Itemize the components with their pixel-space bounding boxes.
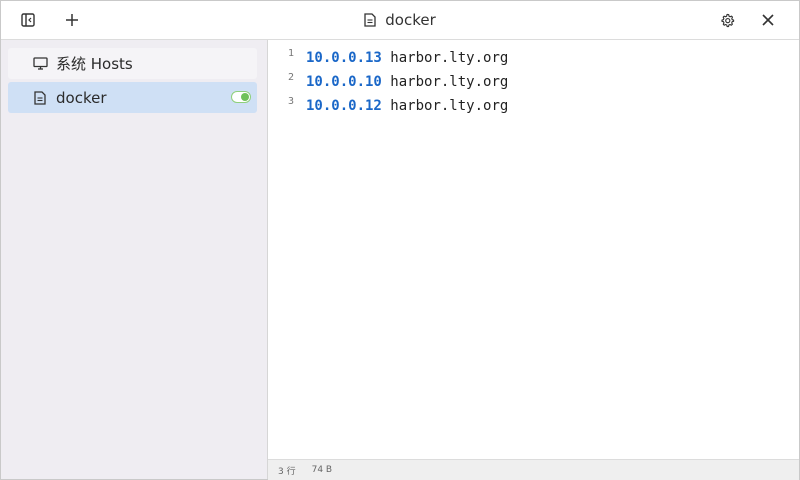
app-window: docker 系统 Hosts docker 1 10.0.0.13 harbo… — [0, 0, 800, 480]
ip-address: 10.0.0.12 — [306, 98, 382, 114]
file-icon — [32, 90, 48, 106]
sidebar: 系统 Hosts docker — [1, 40, 268, 479]
add-button[interactable] — [59, 7, 85, 33]
editor-line: 1 10.0.0.13 harbor.lty.org — [268, 46, 799, 70]
ip-address: 10.0.0.10 — [306, 74, 382, 90]
sidebar-toggle-button[interactable] — [15, 7, 41, 33]
window-title-text: docker — [385, 11, 436, 29]
line-number: 3 — [287, 96, 294, 107]
hostname: harbor.lty.org — [390, 74, 509, 90]
file-icon — [364, 13, 376, 27]
sidebar-toggle-icon — [21, 13, 35, 27]
enable-toggle[interactable] — [231, 91, 251, 103]
sidebar-item-label: 系统 Hosts — [56, 55, 133, 73]
line-number: 1 — [287, 48, 294, 59]
file-size: 74 B — [311, 465, 333, 475]
status-bar: 3 行 74 B — [268, 459, 799, 480]
gear-icon — [720, 13, 735, 28]
line-content: 10.0.0.10 harbor.lty.org — [306, 74, 508, 90]
titlebar: docker — [1, 1, 799, 40]
hosts-editor[interactable]: 1 10.0.0.13 harbor.lty.org 2 10.0.0.10 h… — [268, 40, 799, 459]
line-number: 2 — [287, 72, 294, 83]
settings-button[interactable] — [714, 7, 740, 33]
window-title: docker — [1, 1, 799, 39]
ip-address: 10.0.0.13 — [306, 50, 382, 66]
monitor-icon — [32, 56, 48, 72]
plus-icon — [65, 13, 79, 27]
editor-line: 3 10.0.0.12 harbor.lty.org — [268, 94, 799, 118]
sidebar-item-system-hosts[interactable]: 系统 Hosts — [8, 48, 257, 79]
editor-line: 2 10.0.0.10 harbor.lty.org — [268, 70, 799, 94]
sidebar-item-label: docker — [56, 88, 107, 107]
sidebar-item-docker[interactable]: docker — [8, 82, 257, 113]
close-icon — [762, 14, 774, 26]
line-count: 3 行 — [278, 466, 296, 477]
hostname: harbor.lty.org — [390, 98, 509, 114]
line-content: 10.0.0.13 harbor.lty.org — [306, 50, 508, 66]
line-content: 10.0.0.12 harbor.lty.org — [306, 98, 508, 114]
toggle-knob — [241, 93, 249, 101]
hostname: harbor.lty.org — [390, 50, 509, 66]
close-button[interactable] — [755, 7, 781, 33]
